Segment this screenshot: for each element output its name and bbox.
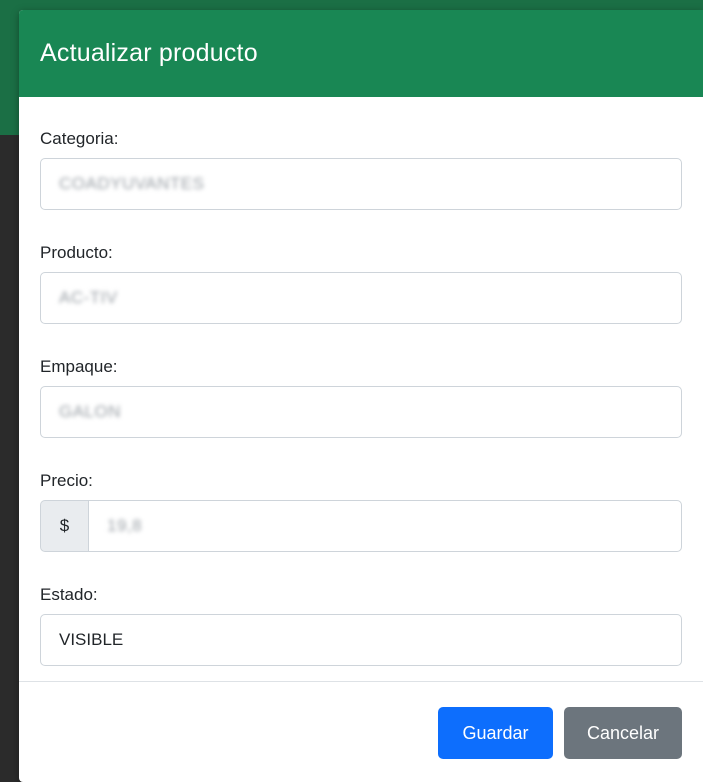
empaque-field[interactable]: GALON [40,386,682,438]
modal-body: Categoria: COADYUVANTES Producto: AC-TIV… [19,97,703,681]
categoria-group: Categoria: COADYUVANTES [40,127,682,210]
categoria-value: COADYUVANTES [59,174,205,193]
modal-title: Actualizar producto [40,39,258,67]
producto-value: AC-TIV [59,288,118,307]
cancel-button[interactable]: Cancelar [564,707,682,759]
categoria-field[interactable]: COADYUVANTES [40,158,682,210]
empaque-label: Empaque: [40,357,118,376]
precio-value: 19,8 [107,516,143,535]
producto-field[interactable]: AC-TIV [40,272,682,324]
precio-label: Precio: [40,471,93,490]
modal-header: Actualizar producto [19,10,703,97]
categoria-label: Categoria: [40,129,119,148]
modal-footer: Guardar Cancelar [19,681,703,782]
currency-prefix: $ [40,500,88,552]
update-product-modal: Actualizar producto Categoria: COADYUVAN… [19,10,703,782]
estado-group: Estado: VISIBLE [40,583,682,666]
empaque-value: GALON [59,402,122,421]
estado-label: Estado: [40,585,98,604]
estado-value: VISIBLE [59,630,124,649]
save-button[interactable]: Guardar [438,707,553,759]
precio-field[interactable]: 19,8 [88,500,682,552]
producto-label: Producto: [40,243,113,262]
precio-group: Precio: $ 19,8 [40,469,682,552]
producto-group: Producto: AC-TIV [40,241,682,324]
precio-input-group: $ 19,8 [40,500,682,552]
estado-field[interactable]: VISIBLE [40,614,682,666]
empaque-group: Empaque: GALON [40,355,682,438]
